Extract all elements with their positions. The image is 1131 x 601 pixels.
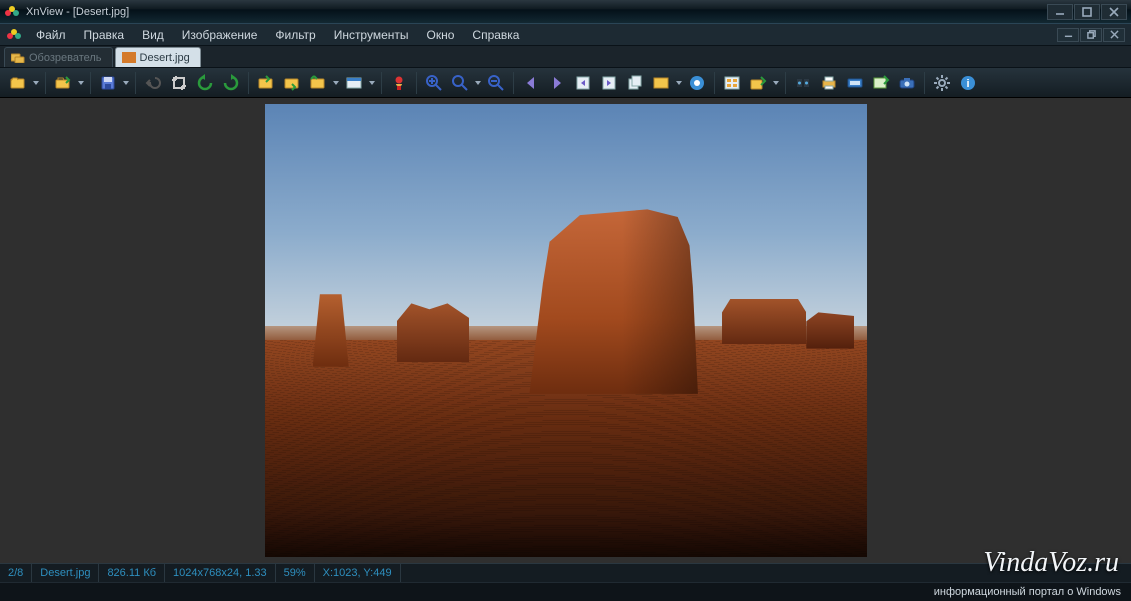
svg-text:i: i (966, 78, 969, 90)
menu-filter[interactable]: Фильтр (267, 26, 323, 44)
rotate-cw-button[interactable] (219, 71, 243, 95)
open-dropdown[interactable] (77, 71, 85, 95)
menu-window[interactable]: Окно (419, 26, 463, 44)
mdi-restore-button[interactable] (1080, 28, 1102, 42)
prev-button[interactable] (519, 71, 543, 95)
app-menu-icon (6, 27, 22, 43)
status-filesize: 826.11 Кб (99, 564, 165, 582)
fullscreen-button[interactable] (649, 71, 673, 95)
flip-h-button[interactable] (254, 71, 278, 95)
slideshow-button[interactable] (685, 71, 709, 95)
status-zoom: 59% (276, 564, 315, 582)
image-surface (265, 104, 867, 557)
flip-v-button[interactable] (280, 71, 304, 95)
browse-dropdown[interactable] (32, 71, 40, 95)
scan-button[interactable] (843, 71, 867, 95)
rotate-ccw-button[interactable] (193, 71, 217, 95)
main-toolbar: i (0, 68, 1131, 98)
status-index: 2/8 (0, 564, 32, 582)
canvas-dropdown[interactable] (368, 71, 376, 95)
status-bar: 2/8 Desert.jpg 826.11 Кб 1024x768x24, 1.… (0, 563, 1131, 582)
app-icon (4, 4, 20, 20)
export-dropdown[interactable] (772, 71, 780, 95)
watermark-bar: информационный портал о Windows (0, 582, 1131, 601)
print-button[interactable] (817, 71, 841, 95)
last-button[interactable] (597, 71, 621, 95)
menu-help[interactable]: Справка (464, 26, 527, 44)
maximize-button[interactable] (1074, 4, 1100, 20)
resize-button[interactable] (306, 71, 330, 95)
menu-image[interactable]: Изображение (174, 26, 266, 44)
menu-file[interactable]: Файл (28, 26, 74, 44)
tab-browser-label: Обозреватель (29, 52, 102, 64)
tab-image-label: Desert.jpg (140, 52, 190, 64)
tab-image-active[interactable]: Desert.jpg (115, 47, 201, 67)
folder-tree-icon (11, 52, 25, 63)
copy-to-button[interactable] (869, 71, 893, 95)
first-button[interactable] (571, 71, 595, 95)
zoom-dropdown[interactable] (474, 71, 482, 95)
about-button[interactable]: i (956, 71, 980, 95)
status-filename: Desert.jpg (32, 564, 99, 582)
zoom-fit-button[interactable] (448, 71, 472, 95)
undo-button[interactable] (141, 71, 165, 95)
watermark-tagline: информационный портал о Windows (934, 586, 1121, 598)
browse-button[interactable] (6, 71, 30, 95)
settings-button[interactable] (930, 71, 954, 95)
canvas-size-button[interactable] (342, 71, 366, 95)
batch-convert-button[interactable] (791, 71, 815, 95)
minimize-button[interactable] (1047, 4, 1073, 20)
save-dropdown[interactable] (122, 71, 130, 95)
window-title: XnView - [Desert.jpg] (26, 6, 129, 18)
next-button[interactable] (545, 71, 569, 95)
crop-button[interactable] (167, 71, 191, 95)
red-eye-button[interactable] (387, 71, 411, 95)
tab-browser[interactable]: Обозреватель (4, 47, 113, 67)
zoom-in-button[interactable] (422, 71, 446, 95)
title-bar: XnView - [Desert.jpg] (0, 0, 1131, 24)
save-button[interactable] (96, 71, 120, 95)
tab-strip: Обозреватель Desert.jpg (0, 46, 1131, 68)
mdi-minimize-button[interactable] (1057, 28, 1079, 42)
mdi-controls (1056, 28, 1125, 42)
menu-bar: Файл Правка Вид Изображение Фильтр Инстр… (0, 24, 1131, 46)
window-controls (1046, 4, 1127, 20)
image-thumb-icon (122, 52, 136, 63)
zoom-out-button[interactable] (484, 71, 508, 95)
resize-dropdown[interactable] (332, 71, 340, 95)
menu-tools[interactable]: Инструменты (326, 26, 417, 44)
mdi-close-button[interactable] (1103, 28, 1125, 42)
status-dimensions: 1024x768x24, 1.33 (165, 564, 276, 582)
status-cursor: X:1023, Y:449 (315, 564, 401, 582)
acquire-button[interactable] (895, 71, 919, 95)
menu-edit[interactable]: Правка (76, 26, 133, 44)
export-button[interactable] (746, 71, 770, 95)
duplicate-button[interactable] (623, 71, 647, 95)
menu-view[interactable]: Вид (134, 26, 172, 44)
image-viewport[interactable] (0, 98, 1131, 563)
open-button[interactable] (51, 71, 75, 95)
thumbnails-button[interactable] (720, 71, 744, 95)
fullscreen-dropdown[interactable] (675, 71, 683, 95)
close-button[interactable] (1101, 4, 1127, 20)
